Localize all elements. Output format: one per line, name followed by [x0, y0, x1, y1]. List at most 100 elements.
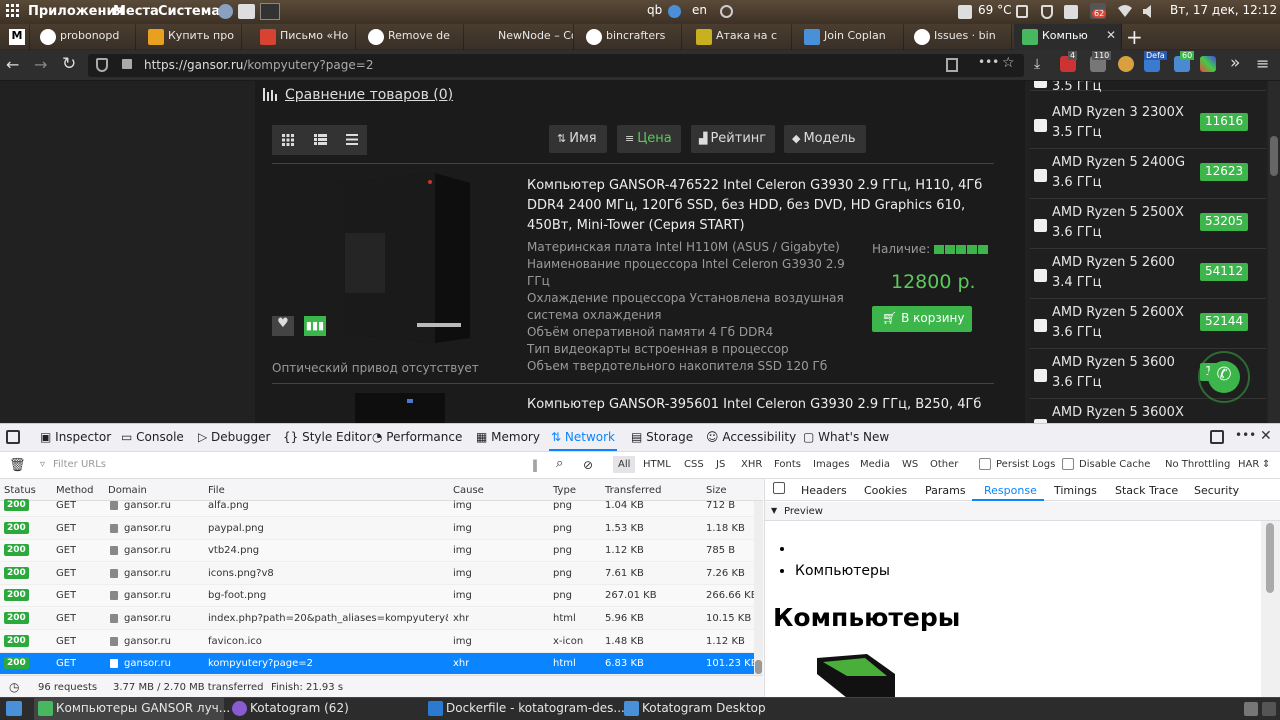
battery-icon[interactable]	[1016, 5, 1028, 18]
filter-all[interactable]: All	[613, 456, 636, 473]
tab-console[interactable]: ▭ Console	[121, 430, 184, 444]
filter-item[interactable]: 3.5 ГГц	[1030, 81, 1266, 94]
filter-images[interactable]: Images	[813, 459, 850, 470]
filter-js[interactable]: JS	[716, 459, 725, 470]
apps-grid-icon[interactable]	[6, 4, 20, 18]
tab-active-gansor[interactable]: Компью ✕	[1014, 24, 1122, 50]
extension-2-icon[interactable]: 110	[1090, 51, 1112, 72]
dock-side-icon[interactable]	[1210, 430, 1224, 444]
tab-6[interactable]: bincrafters	[578, 24, 682, 50]
filter-item[interactable]: AMD Ryzen 3 2300X 3.5 ГГц 11616	[1030, 99, 1266, 149]
block-icon[interactable]: ⊘	[583, 458, 593, 472]
details-tab-response[interactable]: Response	[984, 484, 1037, 497]
filter-other[interactable]: Other	[930, 459, 958, 470]
page-scrollbar[interactable]	[1268, 81, 1280, 423]
table-row[interactable]: 200 GET gansor.ru bg-foot.png img png 267.01 K…	[0, 585, 754, 608]
reload-icon[interactable]: ↻	[62, 54, 76, 74]
filter-checkbox[interactable]	[1034, 319, 1047, 332]
shield-icon[interactable]	[1041, 5, 1053, 19]
task-vscode[interactable]: Dockerfile - kotatogram-des...	[424, 698, 625, 720]
filter-item[interactable]: AMD Ryzen 5 2600X 3.6 ГГц 52144	[1030, 299, 1266, 349]
filter-checkbox[interactable]	[1034, 269, 1047, 282]
tab-9[interactable]: Issues · bin	[906, 24, 1012, 50]
trash-bin-icon[interactable]	[1262, 702, 1276, 716]
persist-logs-checkbox[interactable]	[979, 458, 991, 470]
back-arrow-icon[interactable]: ←	[6, 55, 19, 74]
table-row[interactable]: 200 GET gansor.ru paypal.png img png 1.53 KB 1.…	[0, 517, 754, 540]
download-icon[interactable]: ⤓	[1034, 56, 1040, 72]
filter-item[interactable]: AMD Ryzen 5 2500X 3.6 ГГц 53205	[1030, 199, 1266, 249]
sort-by-name-button[interactable]: ⇅ Имя	[549, 125, 607, 153]
filter-media[interactable]: Media	[860, 459, 890, 470]
cpu-monitor-icon[interactable]	[958, 5, 972, 19]
tab-debugger[interactable]: ▷ Debugger	[198, 430, 270, 444]
show-desktop-icon[interactable]	[6, 701, 22, 716]
scrollbar-thumb[interactable]	[1266, 523, 1274, 593]
filter-checkbox[interactable]	[1034, 369, 1047, 382]
wifi-icon[interactable]	[1118, 5, 1132, 17]
filter-urls-input[interactable]: Filter URLs	[53, 459, 106, 470]
filter-checkbox[interactable]	[1034, 119, 1047, 132]
scrollbar-thumb[interactable]	[755, 660, 762, 674]
filter-item[interactable]: AMD Ryzen 5 3600X	[1030, 399, 1266, 423]
browser-launcher-icon[interactable]	[218, 4, 233, 19]
pause-icon[interactable]: ‖	[532, 458, 538, 472]
tab-5[interactable]: NewNode – Co	[470, 24, 574, 50]
har-menu[interactable]: HAR	[1238, 459, 1259, 470]
network-globe-icon[interactable]	[668, 5, 681, 18]
tab-performance[interactable]: ◔ Performance	[372, 430, 462, 444]
extension-3-icon[interactable]	[1118, 56, 1134, 72]
tab-network[interactable]: ⇅ Network	[551, 430, 615, 444]
search-icon[interactable]: ⌕	[556, 456, 563, 471]
volume-icon[interactable]	[1143, 5, 1157, 18]
table-row[interactable]: 200 GET gansor.ru favicon.ico img x-icon 1.48 …	[0, 631, 754, 653]
bookmark-star-icon[interactable]: ☆	[1002, 55, 1015, 71]
filter-css[interactable]: CSS	[684, 459, 704, 470]
filter-checkbox[interactable]	[1034, 219, 1047, 232]
close-tab-icon[interactable]: ✕	[1106, 28, 1116, 42]
tab-7[interactable]: Атака на с	[688, 24, 792, 50]
forward-arrow-icon[interactable]: →	[34, 55, 47, 74]
toggle-sidebar-icon[interactable]	[773, 482, 785, 494]
page-actions-icon[interactable]: •••	[978, 55, 999, 69]
tab-4[interactable]: Remove de	[360, 24, 464, 50]
product-title[interactable]: Компьютер GANSOR-476522 Intel Celeron G3…	[527, 176, 997, 236]
details-tab-timings[interactable]: Timings	[1054, 484, 1097, 497]
table-row[interactable]: 200 GET gansor.ru index.php?path=20&path_al…	[0, 608, 754, 630]
overflow-chevron-icon[interactable]: »	[1230, 53, 1240, 73]
filter-xhr[interactable]: XHR	[741, 459, 762, 470]
product-image-2[interactable]	[355, 393, 445, 423]
tab-whats-new[interactable]: ▢ What's New	[803, 430, 889, 444]
phone-icon[interactable]: ✆	[1208, 361, 1240, 393]
extension-6-icon[interactable]	[1200, 56, 1216, 72]
disable-cache-checkbox[interactable]	[1062, 458, 1074, 470]
details-tab-security[interactable]: Security	[1194, 484, 1239, 497]
details-tab-cookies[interactable]: Cookies	[864, 484, 907, 497]
chat-tray-icon[interactable]: 62	[1090, 3, 1107, 19]
extension-5-icon[interactable]: 60	[1174, 51, 1195, 72]
filter-html[interactable]: HTML	[643, 459, 671, 470]
table-row[interactable]: 200 GET gansor.ru icons.png?v8 img png 7.61 KB…	[0, 562, 754, 585]
wishlist-heart-icon[interactable]: ♥	[272, 316, 294, 336]
task-browser[interactable]: Компьютеры GANSOR луч...	[34, 698, 230, 720]
clipboard-icon[interactable]	[1064, 5, 1078, 19]
callback-widget[interactable]: ✆	[1198, 351, 1250, 403]
compact-view-icon[interactable]	[346, 134, 358, 145]
task-kotatogram-chat[interactable]: Kotatogram (62)	[228, 698, 418, 720]
menu-system[interactable]: Система	[158, 4, 220, 19]
filter-item[interactable]: AMD Ryzen 5 2400G 3.6 ГГц 12623	[1030, 149, 1266, 199]
sort-by-model-button[interactable]: ◆ Модель	[784, 125, 866, 153]
address-bar[interactable]: https://gansor.ru/kompyutery?page=2 ••• …	[88, 54, 1024, 77]
element-picker-icon[interactable]	[6, 430, 20, 444]
tab-accessibility[interactable]: ☺︎ Accessibility	[706, 430, 796, 444]
request-list-scrollbar[interactable]	[754, 501, 763, 675]
new-tab-plus-icon[interactable]: +	[1126, 25, 1143, 49]
preview-section-header[interactable]: ▼ Preview	[765, 502, 1280, 521]
compare-add-icon[interactable]: ▮▮▮	[304, 316, 326, 336]
tab-style-editor[interactable]: {} Style Editor	[283, 430, 372, 444]
scrollbar-thumb[interactable]	[1270, 136, 1278, 176]
devtools-menu-icon[interactable]: •••	[1235, 428, 1256, 442]
filter-checkbox[interactable]	[1034, 81, 1047, 88]
table-row[interactable]: 200 GET gansor.ru vtb24.png img png 1.12 KB 785…	[0, 540, 754, 563]
details-tab-headers[interactable]: Headers	[801, 484, 847, 497]
